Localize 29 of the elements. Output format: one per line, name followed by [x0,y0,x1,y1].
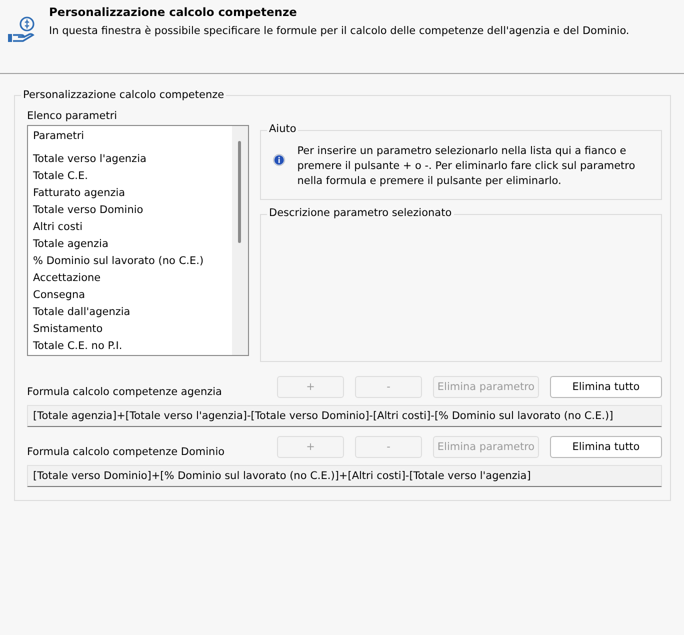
help-text: Per inserire un parametro selezionarlo nella lista qui a fianco e premere il pulsante + o -. Per eliminarlo fare click sul parametro nella formula e premere il pulsante per eliminarlo. [297,144,636,189]
list-item[interactable]: Totale verso l'agenzia [33,151,232,168]
help-title: Aiuto [267,123,298,135]
scrollbar-thumb[interactable] [238,141,241,243]
list-item[interactable]: Totale agenzia [33,236,232,253]
formula-label: Formula calcolo competenze agenzia [27,386,222,398]
list-item[interactable]: Smistamento [33,321,232,338]
formula-button[interactable]: Elimina tutto [550,436,662,458]
scrollbar[interactable] [232,126,248,355]
list-item[interactable]: Totale C.E. [33,168,232,185]
group-title: Personalizzazione calcolo competenze [21,89,226,101]
list-item[interactable]: Fatturato agenzia [33,185,232,202]
list-item[interactable]: Totale C.E. no P.I. [33,338,232,355]
dialog-title: Personalizzazione calcolo competenze [49,5,298,19]
formula-button[interactable]: Elimina tutto [550,376,662,398]
list-item[interactable]: Accettazione [33,270,232,287]
list-item[interactable]: Consegna [33,287,232,304]
column-header: Parametri [33,130,86,144]
formula-label: Formula calcolo competenze Dominio [27,446,225,458]
description-title: Descrizione parametro selezionato [267,207,454,219]
money-hand-icon [7,16,37,44]
formula-field[interactable]: [Totale agenzia]+[Totale verso l'agenzia]-[Totale verso Dominio]-[Altri costi]-[% Dominio sul lavorato (no C.E.)] [27,405,662,427]
dialog-description: In questa finestra è possibile specificare le formule per il calcolo delle competenze dell'agenzia e del Dominio. [49,25,630,37]
list-item[interactable]: % Dominio sul lavorato (no C.E.) [33,253,232,270]
formula-field[interactable]: [Totale verso Dominio]+[% Dominio sul lavorato (no C.E.)]+[Altri costi]-[Totale verso l'agenzia] [27,465,662,487]
list-item[interactable]: Totale dall'agenzia [33,304,232,321]
list-item[interactable]: Totale verso Dominio [33,202,232,219]
list-label: Elenco parametri [27,110,118,122]
list-item[interactable]: Altri costi [33,219,232,236]
